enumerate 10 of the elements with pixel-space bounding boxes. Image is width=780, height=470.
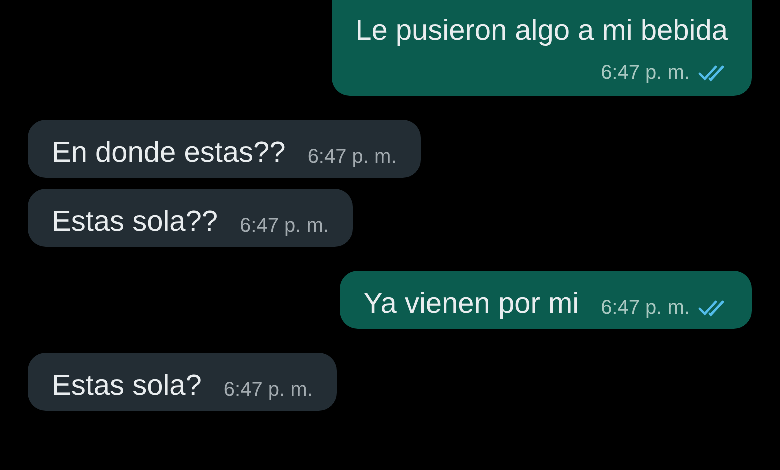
message-text: Estas sola??	[52, 205, 218, 239]
message-time: 6:47 p. m.	[601, 61, 690, 86]
message-time: 6:47 p. m.	[601, 296, 690, 321]
message-time: 6:47 p. m.	[240, 214, 329, 239]
message-time: 6:47 p. m.	[308, 145, 397, 170]
message-text: Le pusieron algo a mi bebida	[356, 14, 728, 48]
message-text: Ya vienen por mi	[364, 287, 580, 321]
message-text: Estas sola?	[52, 369, 202, 403]
message-text: En donde estas??	[52, 136, 286, 170]
message-time: 6:47 p. m.	[224, 378, 313, 403]
